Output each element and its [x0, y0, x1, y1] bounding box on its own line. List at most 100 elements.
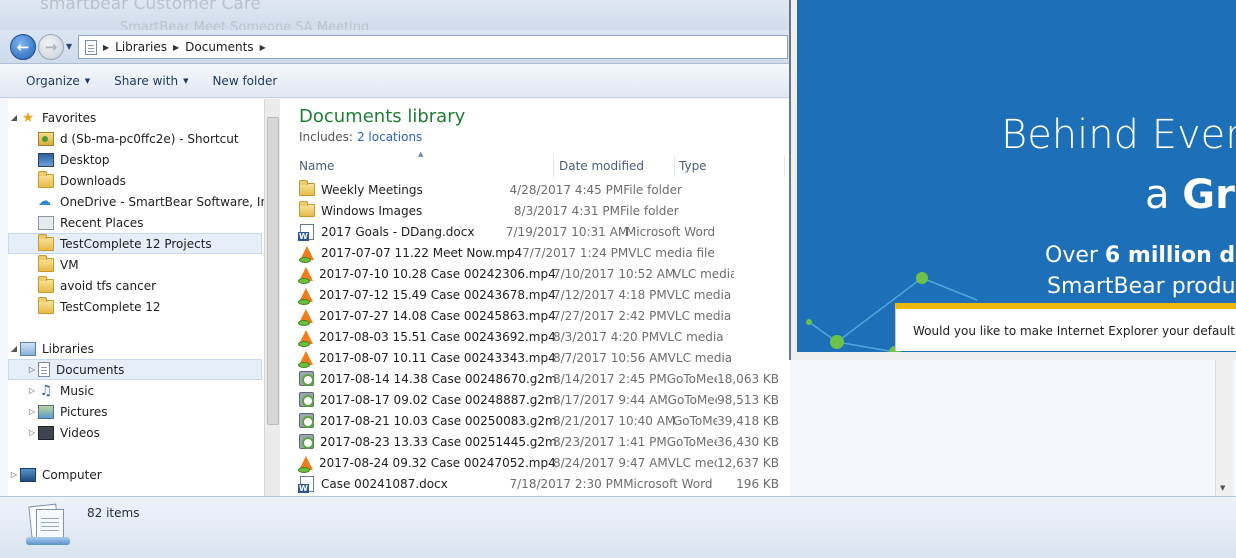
file-row[interactable]: 2017-07-10 10.28 Case 00242306.mp4 7/10/2… — [298, 263, 779, 284]
nav-item-onedrive[interactable]: ☁ OneDrive - SmartBear Software, Inc — [8, 191, 264, 212]
collapse-arrow-icon[interactable]: ◢ — [8, 344, 20, 353]
file-row[interactable]: 2017-08-24 09.32 Case 00247052.mp4 8/24/2… — [298, 452, 779, 473]
breadcrumb[interactable]: ▶ Libraries ▶ Documents ▶ — [78, 35, 788, 59]
file-name: 2017-08-24 09.32 Case 00247052.mp4 — [319, 455, 556, 470]
nav-scrollbar-thumb[interactable] — [267, 117, 279, 425]
file-date: 8/3/2017 4:20 PM — [553, 329, 660, 344]
nav-item-documents[interactable]: ▷ Documents — [8, 359, 262, 380]
nav-item-avoid-tfs-cancer[interactable]: avoid tfs cancer — [8, 275, 262, 296]
organize-button[interactable]: Organize ▼ — [14, 69, 102, 93]
nav-item-label: TestComplete 12 — [60, 299, 161, 314]
nav-item-music[interactable]: ▷ ♫ Music — [8, 380, 262, 401]
file-date: 7/7/2017 1:24 PM — [522, 245, 629, 260]
column-header-date[interactable]: Date modified — [555, 155, 675, 177]
file-date: 7/19/2017 10:31 AM — [505, 224, 629, 239]
breadcrumb-libraries[interactable]: Libraries — [115, 40, 167, 54]
file-row[interactable]: 2017-08-03 15.51 Case 00243692.mp4 8/3/20… — [298, 326, 779, 347]
share-with-button[interactable]: Share with ▼ — [102, 69, 200, 93]
banner-subline-2: SmartBear produ — [1047, 274, 1236, 299]
pictures-icon — [38, 404, 54, 419]
file-date: 7/18/2017 2:30 PM — [509, 476, 624, 491]
nav-item-label: Videos — [60, 425, 100, 440]
recent-pages-dropdown[interactable]: ▼ — [66, 42, 72, 51]
chevron-right-icon[interactable]: ▶ — [103, 43, 109, 52]
nav-item-pictures[interactable]: ▷ Pictures — [8, 401, 262, 422]
file-list-pane: Documents library Includes: 2 locations ▲… — [280, 99, 790, 496]
file-name-cell: 2017-08-03 15.51 Case 00243692.mp4 — [298, 329, 556, 347]
nav-item-videos[interactable]: ▷ Videos — [8, 422, 262, 443]
nav-item-label: TestComplete 12 Projects — [60, 236, 212, 251]
details-pane: 82 items — [0, 496, 1236, 558]
folder-icon — [38, 170, 54, 188]
nav-item-label: Recent Places — [60, 215, 144, 230]
libraries-icon — [20, 341, 36, 356]
chevron-right-icon[interactable]: ▶ — [173, 43, 179, 52]
file-row[interactable]: Case 00241087.docx 7/18/2017 2:30 PMMicro… — [298, 473, 779, 494]
file-row[interactable]: Weekly Meetings 4/28/2017 4:45 PM File fol… — [299, 179, 779, 200]
nav-favorites[interactable]: ◢ ★ Favorites — [8, 107, 262, 128]
column-header-type[interactable]: Type — [675, 155, 785, 177]
nav-item-desktop[interactable]: Desktop — [8, 149, 262, 170]
breadcrumb-documents[interactable]: Documents — [185, 40, 253, 54]
new-folder-button[interactable]: New folder — [200, 69, 289, 93]
file-name-cell: 2017-07-10 10.28 Case 00242306.mp4 — [298, 266, 556, 284]
expand-arrow-icon[interactable]: ▷ — [26, 386, 38, 395]
default-browser-notification[interactable]: Would you like to make Internet Explorer… — [895, 303, 1236, 351]
file-size: 36,430 KB — [717, 434, 779, 449]
file-row[interactable]: 2017-07-12 15.49 Case 00243678.mp4 7/12/2… — [298, 284, 779, 305]
file-row[interactable]: 2017 Goals - DDang.docx 7/19/2017 10:31 A… — [298, 221, 779, 242]
expand-arrow-icon[interactable]: ▷ — [26, 428, 38, 437]
file-row[interactable]: Windows Images 8/3/2017 4:31 PM File folde… — [299, 200, 779, 221]
includes-label: Includes: — [299, 130, 353, 144]
nav-item-testcomplete-projects[interactable]: TestComplete 12 Projects — [8, 233, 262, 254]
file-name: 2017-07-07 11.22 Meet Now.mp4 — [321, 245, 523, 260]
expand-arrow-icon[interactable]: ▷ — [8, 470, 20, 479]
nav-item-recent-places[interactable]: Recent Places — [8, 212, 262, 233]
file-row[interactable]: 2017-08-07 10.11 Case 00243343.mp4 8/7/20… — [298, 347, 779, 368]
file-row[interactable]: 2017-08-17 09.02 Case 00248887.g2m 8/17/2… — [299, 389, 779, 410]
folder-icon — [38, 233, 54, 251]
scroll-down-icon[interactable]: ▼ — [1220, 484, 1225, 492]
file-name: Windows Images — [321, 203, 423, 218]
file-icon-slot — [298, 287, 313, 305]
file-row[interactable]: 2017-07-07 11.22 Meet Now.mp4 7/7/2017 1:… — [299, 242, 779, 263]
expand-arrow-icon[interactable]: ▷ — [26, 407, 38, 416]
chevron-down-icon: ▼ — [84, 77, 91, 85]
file-list-scrollbar[interactable]: ▼ — [1215, 360, 1233, 496]
file-row[interactable]: 2017-07-27 14.08 Case 00245863.mp4 7/27/2… — [298, 305, 779, 326]
nav-item-downloads[interactable]: Downloads — [8, 170, 262, 191]
folder-icon — [38, 296, 54, 314]
nav-computer-label: Computer — [42, 467, 102, 482]
file-row[interactable]: 2017-08-21 10.03 Case 00250083.g2m 8/21/2… — [299, 410, 779, 431]
file-type: VLC media file (.m... — [667, 455, 717, 470]
file-icon-slot — [298, 266, 313, 284]
nav-item-label: d (Sb-ma-pc0ffc2e) - Shortcut — [60, 131, 239, 146]
file-row[interactable]: 2017-08-14 14.38 Case 00248670.g2m 8/14/2… — [299, 368, 779, 389]
file-name-cell: 2017-08-24 09.32 Case 00247052.mp4 — [298, 455, 556, 473]
chevron-right-icon[interactable]: ▶ — [260, 43, 266, 52]
nav-computer[interactable]: ▷ Computer — [8, 464, 262, 485]
file-type: VLC media file (.m... — [673, 266, 734, 281]
file-date: 8/17/2017 9:44 AM — [553, 392, 668, 407]
forward-button[interactable]: → — [38, 34, 64, 60]
back-button[interactable]: ← — [10, 34, 36, 60]
file-row[interactable]: 2017-08-23 13.33 Case 00251445.g2m 8/23/2… — [299, 431, 779, 452]
nav-item-shortcut-d[interactable]: d (Sb-ma-pc0ffc2e) - Shortcut — [8, 128, 262, 149]
file-name: 2017-07-12 15.49 Case 00243678.mp4 — [319, 287, 556, 302]
vlc-icon — [298, 329, 313, 347]
nav-item-vm[interactable]: VM — [8, 254, 262, 275]
collapse-arrow-icon[interactable]: ◢ — [8, 113, 20, 122]
address-bar-row: ← → ▼ ▶ Libraries ▶ Documents ▶ — [0, 30, 790, 64]
nav-libraries[interactable]: ◢ Libraries — [8, 338, 262, 359]
column-header-name[interactable]: Name — [295, 155, 554, 177]
folder-icon — [38, 275, 54, 293]
file-size: 98,513 KB — [717, 392, 779, 407]
expand-arrow-icon[interactable]: ▷ — [26, 365, 38, 374]
file-icon-slot — [299, 201, 315, 217]
nav-item-label: Music — [60, 383, 95, 398]
nav-item-testcomplete-12[interactable]: TestComplete 12 — [8, 296, 262, 317]
banner-headline-2: a Gre — [1145, 172, 1236, 218]
nav-scrollbar[interactable] — [264, 99, 280, 496]
file-type: GoToMeeting Acti... — [666, 434, 717, 449]
locations-link[interactable]: 2 locations — [357, 130, 422, 144]
